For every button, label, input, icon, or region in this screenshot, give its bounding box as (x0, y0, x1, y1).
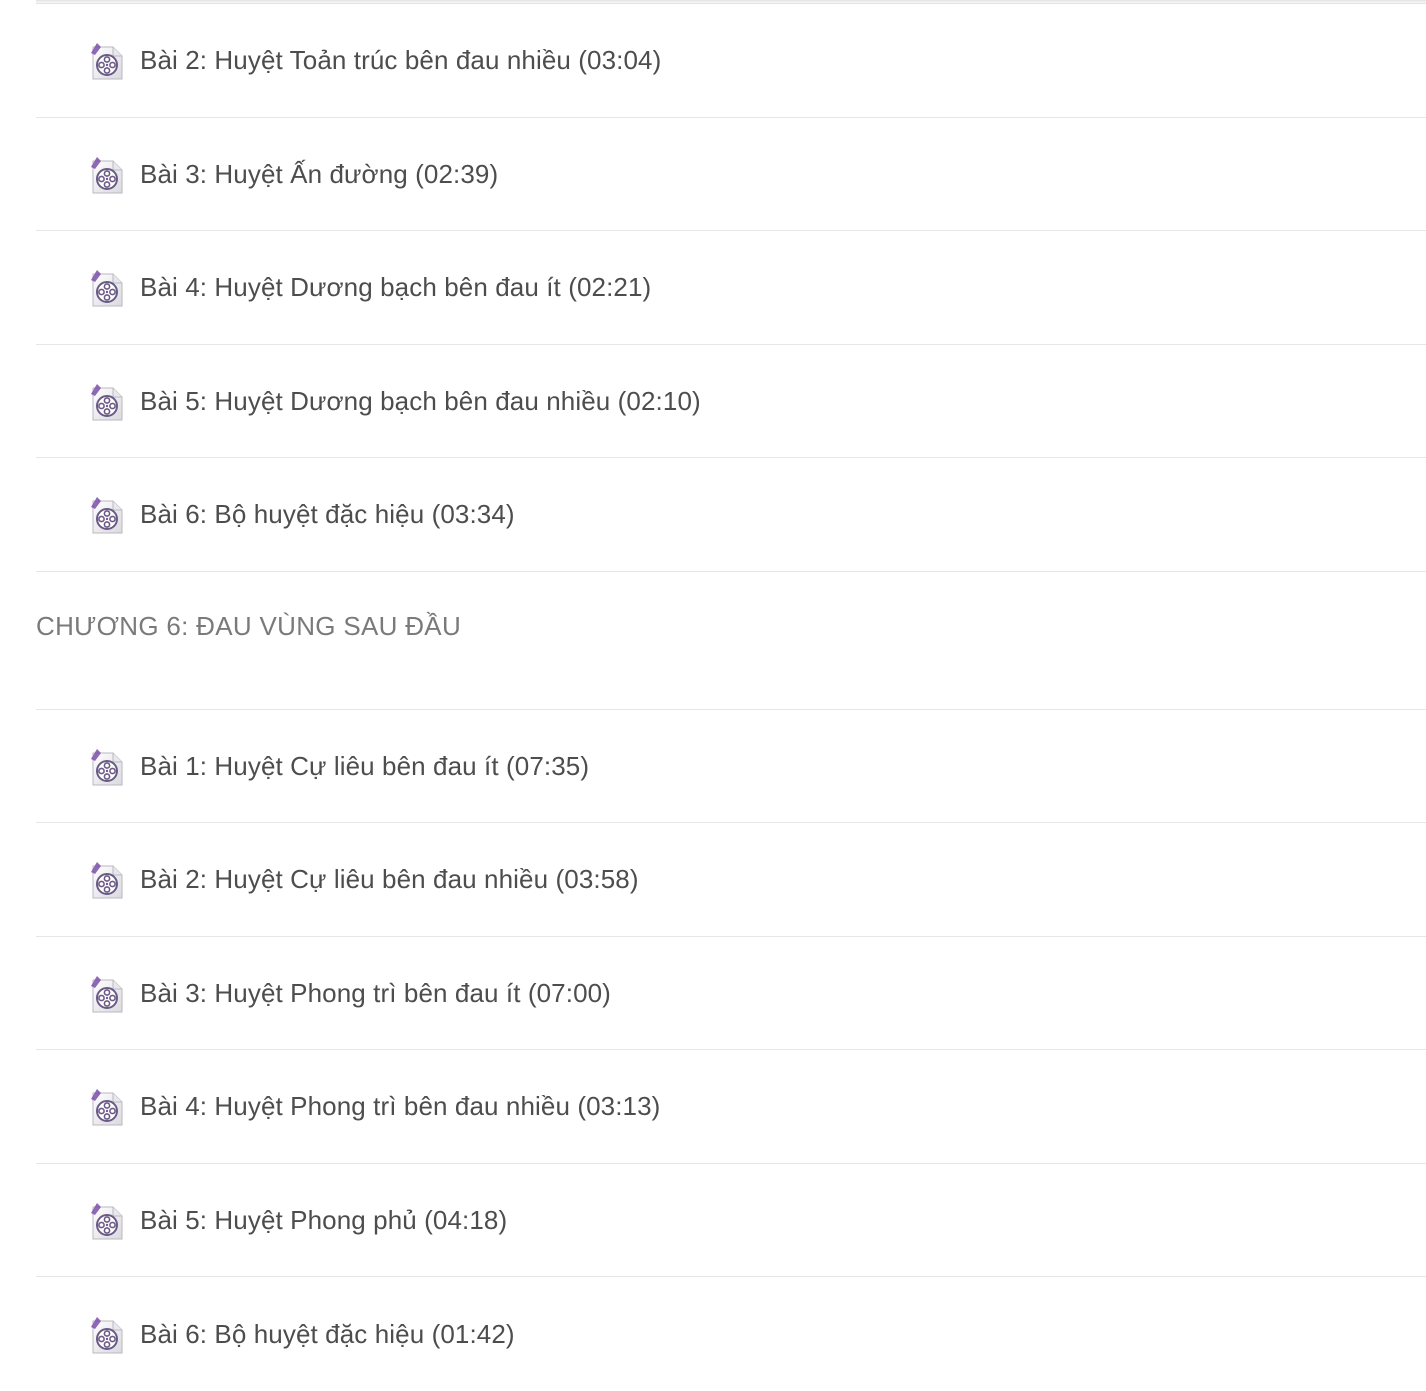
lesson-title: Bài 2: Huyệt Cự liêu bên đau nhiều (03:5… (140, 864, 639, 895)
lesson-item[interactable]: Bài 5: Huyệt Phong phủ (04:18) (36, 1164, 1426, 1277)
lesson-item[interactable]: Bài 3: Huyệt Phong trì bên đau ít (07:00… (36, 937, 1426, 1050)
lesson-title: Bài 4: Huyệt Phong trì bên đau nhiều (03… (140, 1091, 661, 1122)
lesson-title: Bài 5: Huyệt Phong phủ (04:18) (140, 1204, 508, 1235)
video-file-icon (89, 155, 125, 195)
lesson-title: Bài 5: Huyệt Dương bạch bên đau nhiều (0… (140, 385, 701, 416)
video-file-icon (89, 1087, 125, 1127)
lesson-item[interactable]: Bài 4: Huyệt Phong trì bên đau nhiều (03… (36, 1050, 1426, 1164)
course-curriculum-list: Bài 2: Huyệt Toản trúc bên đau nhiều (03… (36, 4, 1426, 1391)
video-file-icon (89, 495, 125, 535)
lesson-title: Bài 4: Huyệt Dương bạch bên đau ít (02:2… (140, 272, 652, 303)
video-file-icon (89, 268, 125, 308)
video-file-icon (89, 974, 125, 1014)
lesson-item[interactable]: Bài 6: Bộ huyệt đặc hiệu (01:42) (36, 1277, 1426, 1391)
lesson-title: Bài 3: Huyệt Phong trì bên đau ít (07:00… (140, 977, 611, 1008)
video-file-icon (89, 747, 125, 787)
video-file-icon (89, 1201, 125, 1241)
lesson-title: Bài 6: Bộ huyệt đặc hiệu (01:42) (140, 1318, 515, 1349)
lesson-item[interactable]: Bài 1: Huyệt Cự liêu bên đau ít (07:35) (36, 710, 1426, 823)
video-file-icon (89, 41, 125, 81)
lesson-title: Bài 2: Huyệt Toản trúc bên đau nhiều (03… (140, 45, 662, 76)
lesson-item[interactable]: Bài 4: Huyệt Dương bạch bên đau ít (02:2… (36, 231, 1426, 345)
lesson-item[interactable]: Bài 2: Huyệt Toản trúc bên đau nhiều (03… (36, 4, 1426, 118)
lesson-item[interactable]: Bài 3: Huyệt Ấn đường (02:39) (36, 118, 1426, 231)
video-file-icon (89, 382, 125, 422)
lesson-item[interactable]: Bài 2: Huyệt Cự liêu bên đau nhiều (03:5… (36, 823, 1426, 937)
lesson-title: Bài 6: Bộ huyệt đặc hiệu (03:34) (140, 499, 515, 530)
lesson-title: Bài 3: Huyệt Ấn đường (02:39) (140, 158, 499, 189)
video-file-icon (89, 1315, 125, 1355)
chapter-header: CHƯƠNG 6: ĐAU VÙNG SAU ĐẦU (36, 572, 1426, 710)
video-file-icon (89, 860, 125, 900)
lesson-item[interactable]: Bài 5: Huyệt Dương bạch bên đau nhiều (0… (36, 345, 1426, 458)
lesson-item[interactable]: Bài 6: Bộ huyệt đặc hiệu (03:34) (36, 458, 1426, 572)
lesson-title: Bài 1: Huyệt Cự liêu bên đau ít (07:35) (140, 750, 590, 781)
chapter-title: CHƯƠNG 6: ĐAU VÙNG SAU ĐẦU (36, 610, 462, 641)
